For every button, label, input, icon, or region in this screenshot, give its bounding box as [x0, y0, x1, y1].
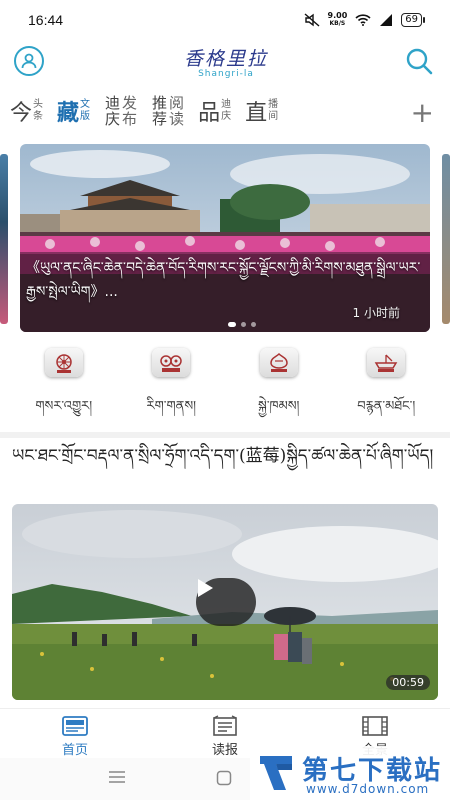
quick-nav: གསར་འགྱུར། རིག་གནས། སྐྱེ་ཁམས། བརྙན་མཐོང་…: [0, 348, 450, 428]
double-fish-icon: [152, 348, 191, 377]
tab-diqing-release[interactable]: 迪庆 发布: [104, 95, 137, 127]
next-slide-peek[interactable]: [442, 154, 450, 324]
quicknav-video[interactable]: བརྙན་མཐོང་།: [336, 348, 436, 428]
signal-icon: [380, 14, 393, 26]
user-icon: [21, 53, 37, 69]
quicknav-ecology[interactable]: སྐྱེ་ཁམས།: [229, 348, 329, 428]
carousel-dot[interactable]: [228, 322, 236, 327]
tab-tibetan-edition[interactable]: 藏 文版: [57, 95, 90, 127]
boat-icon: [367, 348, 406, 377]
logo-subtext: Shangri-la: [198, 69, 254, 79]
watermark-url: www.d7down.com: [306, 782, 430, 796]
home-icon[interactable]: [216, 770, 232, 786]
add-channel-button[interactable]: +: [411, 96, 434, 129]
prev-slide-peek[interactable]: [0, 154, 8, 324]
tab-live-room[interactable]: 直 播间: [245, 95, 278, 127]
quicknav-culture[interactable]: རིག་གནས།: [121, 348, 221, 428]
play-icon: [198, 579, 213, 597]
battery-indicator: 69: [401, 13, 425, 27]
quicknav-news[interactable]: གསར་འགྱུར།: [14, 348, 114, 428]
tab-taste-diqing[interactable]: 品 迪庆: [198, 95, 231, 127]
status-time: 16:44: [28, 12, 64, 28]
wifi-icon: [355, 14, 371, 26]
news-icon: [62, 716, 88, 736]
user-profile-button[interactable]: [14, 46, 44, 76]
play-button[interactable]: [196, 578, 256, 626]
menu-icon[interactable]: [108, 770, 126, 784]
watermark-logo-icon: [260, 756, 292, 790]
logo-text: 香格里拉: [183, 48, 268, 70]
tab-headlines[interactable]: 今 头条: [10, 95, 43, 127]
app-logo: 香格里拉 Shangri-la: [160, 44, 292, 84]
banner-caption: 《ཡུལ་ནང་ཞིང་ཆེན་བདེ་ཆེན་བོད་རིགས་རང་སྐྱོ…: [26, 260, 421, 300]
newspaper-icon: [213, 715, 237, 736]
carousel-dot[interactable]: [241, 322, 246, 327]
banner-carousel[interactable]: 《ཡུལ་ནང་ཞིང་ཆེན་བདེ་ཆེན་བོད་རིགས་རང་སྐྱོ…: [0, 140, 450, 340]
bottom-nav-home[interactable]: 首页: [15, 709, 135, 758]
net-speed: 9.00 KB/S: [327, 11, 348, 28]
article-title[interactable]: ཡང་ཐང་གྲོང་བརྡལ་ན་སྲིལ་ཧྲོག་འདི་དག་(蓝莓)ས…: [12, 442, 440, 470]
section-divider: [0, 432, 450, 438]
film-icon: [362, 716, 388, 736]
carousel-dot[interactable]: [251, 322, 256, 327]
banner-slide[interactable]: 《ཡུལ་ནང་ཞིང་ཆེན་བདེ་ཆེན་བོད་རིགས་རང་སྐྱོ…: [20, 144, 430, 332]
watermark: 第七下载站 www.d7down.com: [250, 746, 450, 800]
mute-icon: [304, 13, 319, 27]
video-duration: 00:59: [386, 675, 430, 690]
dharma-wheel-icon: [44, 348, 83, 377]
tab-recommended-reading[interactable]: 推荐 阅读: [151, 95, 184, 127]
vase-icon: [259, 348, 298, 377]
search-button[interactable]: [404, 46, 434, 76]
article-video[interactable]: 00:59: [12, 504, 438, 700]
carousel-indicators: [228, 322, 256, 327]
channel-tabs: 今 头条 藏 文版 迪庆 发布 推荐 阅读 品 迪庆 直 播间 +: [0, 90, 450, 132]
status-bar: 16:44 9.00 KB/S 69: [0, 0, 450, 40]
banner-time: 1 小时前: [352, 306, 400, 320]
app-header: 香格里拉 Shangri-la: [0, 40, 450, 88]
status-icons: 9.00 KB/S 69: [304, 11, 425, 28]
search-icon: [406, 48, 433, 75]
